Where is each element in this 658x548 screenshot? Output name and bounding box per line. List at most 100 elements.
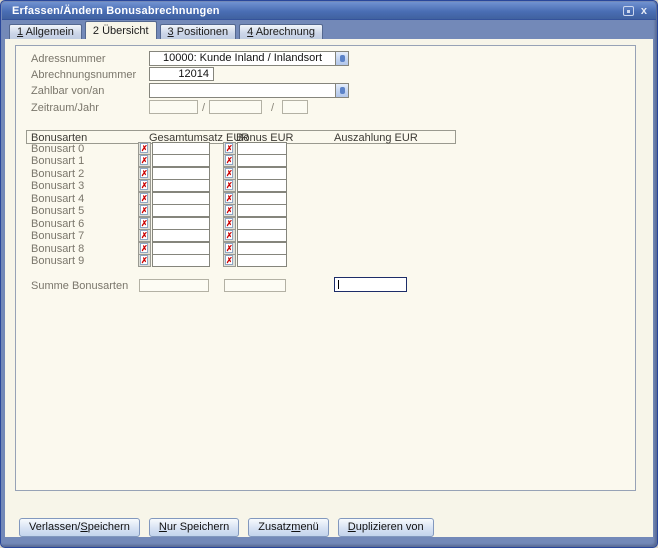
clear-page-icon: ✗ — [225, 243, 233, 253]
clear-page-icon: ✗ — [140, 143, 148, 153]
tab-allgemein[interactable]: 1 Allgemein — [9, 24, 82, 39]
zahlbar-von-an-combobox[interactable] — [149, 83, 349, 98]
bonus-input[interactable] — [237, 154, 287, 167]
zahlbar-von-an-dropdown-button[interactable] — [335, 84, 348, 97]
form-panel — [15, 45, 636, 491]
clear-page-icon: ✗ — [140, 255, 148, 265]
clear-field-icon[interactable]: ✗ — [223, 229, 236, 242]
tab-uebersicht-number: 2 — [93, 25, 99, 37]
bonus-input[interactable] — [237, 254, 287, 267]
clear-page-icon: ✗ — [225, 230, 233, 240]
button-accel: D — [348, 521, 356, 533]
bonusart-row-label: Bonusart 7 — [31, 230, 84, 242]
clear-field-icon[interactable]: ✗ — [138, 154, 151, 167]
window-title: Erfassen/Ändern Bonusabrechnungen — [12, 5, 220, 17]
clear-page-icon: ✗ — [140, 243, 148, 253]
summe-bonusarten-label: Summe Bonusarten — [31, 280, 128, 292]
verlassen-speichern-button[interactable]: Verlassen/Speichern — [19, 518, 140, 537]
gesamtumsatz-input[interactable] — [152, 179, 210, 192]
title-bar: Erfassen/Ändern Bonusabrechnungen x — [2, 2, 656, 20]
adressnummer-label: Adressnummer — [31, 53, 106, 65]
clear-field-icon[interactable]: ✗ — [138, 204, 151, 217]
adressnummer-combobox[interactable]: 10000: Kunde Inland / Inlandsort — [149, 51, 349, 66]
zeitraum-bis-input[interactable] — [209, 100, 262, 114]
dropdown-icon — [340, 55, 345, 62]
clear-page-icon: ✗ — [140, 168, 148, 178]
zeitraum-jahr-label: Zeitraum/Jahr — [31, 102, 99, 114]
zeitraum-von-input[interactable] — [149, 100, 198, 114]
jahr-separator: / — [271, 102, 274, 114]
abrechnungsnummer-input[interactable] — [149, 67, 214, 81]
summe-gesamtumsatz-input[interactable] — [139, 279, 209, 292]
clear-page-icon: ✗ — [225, 168, 233, 178]
clear-page-icon: ✗ — [225, 143, 233, 153]
close-icon[interactable]: x — [641, 6, 647, 16]
clear-field-icon[interactable]: ✗ — [138, 254, 151, 267]
dialog-window: Erfassen/Ändern Bonusabrechnungen x 1 Al… — [0, 0, 658, 548]
tab-positionen-label: Positionen — [177, 26, 228, 38]
adressnummer-dropdown-button[interactable] — [335, 52, 348, 65]
nur-speichern-button[interactable]: Nur Speichern — [149, 518, 239, 537]
button-label-part: enü — [300, 521, 318, 533]
clear-page-icon: ✗ — [225, 155, 233, 165]
button-label-part: Verlassen/ — [29, 521, 80, 533]
clear-page-icon: ✗ — [225, 193, 233, 203]
tab-uebersicht-label: Übersicht — [102, 25, 148, 37]
table-row: Bonusart 5 ✗ ✗ — [26, 204, 456, 217]
tab-allgemein-label: Allgemein — [26, 26, 74, 38]
button-accel: S — [80, 521, 87, 533]
clear-field-icon[interactable]: ✗ — [223, 254, 236, 267]
table-row: Bonusart 9 ✗ ✗ — [26, 254, 456, 267]
bonusart-row-label: Bonusart 1 — [31, 155, 84, 167]
clear-page-icon: ✗ — [225, 205, 233, 215]
summe-auszahlung-input[interactable] — [334, 277, 407, 292]
bonusart-row-label: Bonusart 3 — [31, 180, 84, 192]
summe-bonus-input[interactable] — [224, 279, 286, 292]
clear-field-icon[interactable]: ✗ — [223, 154, 236, 167]
button-label-part: uplizieren von — [356, 521, 424, 533]
abrechnungsnummer-label: Abrechnungsnummer — [31, 69, 136, 81]
duplizieren-von-button[interactable]: Duplizieren von — [338, 518, 434, 537]
button-bar: Verlassen/Speichern Nur Speichern Zusatz… — [19, 518, 434, 537]
tab-abrechnung-number: 4 — [247, 26, 253, 38]
clear-page-icon: ✗ — [140, 230, 148, 240]
gesamtumsatz-input[interactable] — [152, 204, 210, 217]
clear-page-icon: ✗ — [140, 218, 148, 228]
bonus-input[interactable] — [237, 204, 287, 217]
tab-allgemein-number: 1 — [17, 26, 23, 38]
clear-page-icon: ✗ — [140, 193, 148, 203]
gesamtumsatz-input[interactable] — [152, 154, 210, 167]
jahr-input[interactable] — [282, 100, 308, 114]
maximize-icon[interactable] — [623, 6, 634, 16]
tab-abrechnung-label: Abrechnung — [256, 26, 315, 38]
clear-page-icon: ✗ — [140, 205, 148, 215]
table-row: Bonusart 7 ✗ ✗ — [26, 229, 456, 242]
tab-positionen[interactable]: 3 Positionen — [160, 24, 237, 39]
bonusart-row-label: Bonusart 5 — [31, 205, 84, 217]
clear-page-icon: ✗ — [140, 180, 148, 190]
zeitraum-separator: / — [202, 102, 205, 114]
zusatzmenu-button[interactable]: Zusatzmenü — [248, 518, 329, 537]
tab-strip: 1 Allgemein 2 Übersicht 3 Positionen 4 A… — [9, 21, 323, 39]
zahlbar-von-an-value — [150, 84, 335, 97]
tab-positionen-number: 3 — [168, 26, 174, 38]
adressnummer-value: 10000: Kunde Inland / Inlandsort — [150, 52, 335, 65]
tab-abrechnung[interactable]: 4 Abrechnung — [239, 24, 323, 39]
clear-field-icon[interactable]: ✗ — [223, 204, 236, 217]
gesamtumsatz-input[interactable] — [152, 229, 210, 242]
clear-field-icon[interactable]: ✗ — [223, 179, 236, 192]
text-caret — [338, 280, 339, 289]
gesamtumsatz-input[interactable] — [152, 254, 210, 267]
bonus-input[interactable] — [237, 179, 287, 192]
clear-page-icon: ✗ — [225, 255, 233, 265]
button-label-part: Zusatz — [258, 521, 291, 533]
bonus-input[interactable] — [237, 229, 287, 242]
clear-page-icon: ✗ — [225, 180, 233, 190]
dropdown-icon — [340, 87, 345, 94]
clear-field-icon[interactable]: ✗ — [138, 179, 151, 192]
table-row: Bonusart 3 ✗ ✗ — [26, 179, 456, 192]
table-row: Bonusart 1 ✗ ✗ — [26, 154, 456, 167]
tab-uebersicht[interactable]: 2 Übersicht — [85, 21, 157, 39]
clear-page-icon: ✗ — [140, 155, 148, 165]
clear-field-icon[interactable]: ✗ — [138, 229, 151, 242]
